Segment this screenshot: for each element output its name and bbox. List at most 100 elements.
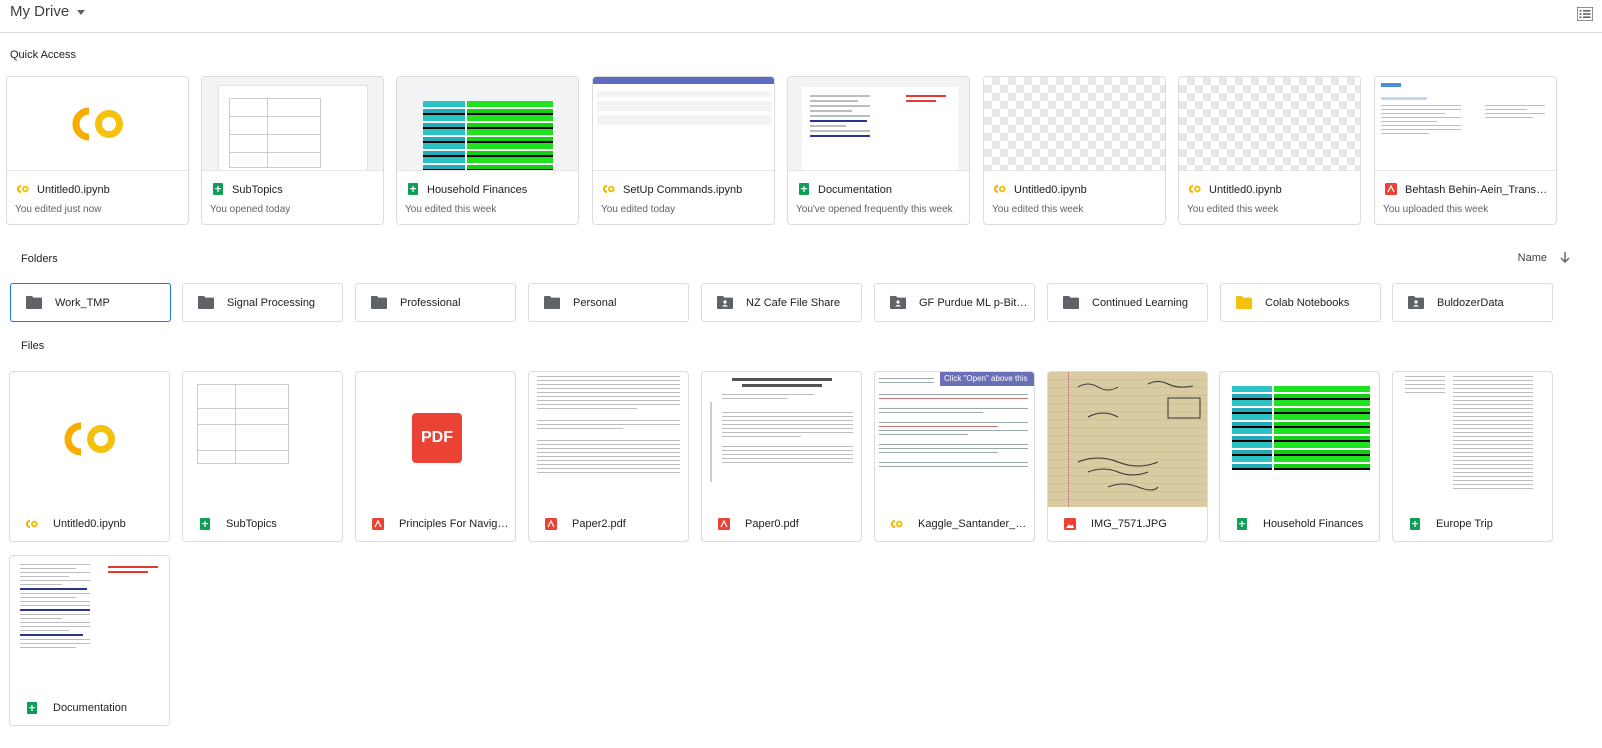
file-thumbnail: [1048, 372, 1207, 507]
chevron-down-icon: [77, 10, 86, 15]
file-name: Household Finances: [427, 184, 528, 196]
file-activity: You uploaded this week: [1383, 204, 1489, 215]
sheets-icon: [799, 183, 809, 195]
quick-access-card[interactable]: Untitled0.ipynb You edited this week: [983, 76, 1166, 225]
file-card[interactable]: Paper2.pdf: [528, 371, 689, 542]
file-thumbnail: [702, 372, 861, 507]
folder-name: Colab Notebooks: [1265, 297, 1350, 309]
colab-icon: [26, 520, 38, 528]
folder-chip[interactable]: Colab Notebooks: [1220, 283, 1381, 322]
file-thumbnail: [10, 372, 169, 507]
file-thumbnail: [984, 77, 1165, 171]
file-name: Documentation: [53, 702, 127, 714]
file-thumbnail: Click "Open" above this: [875, 372, 1034, 507]
file-thumbnail: [593, 77, 774, 171]
file-card[interactable]: Untitled0.ipynb: [9, 371, 170, 542]
files-heading: Files: [21, 340, 45, 352]
list-view-icon[interactable]: [1577, 7, 1593, 21]
folder-name: BuldozerData: [1437, 297, 1504, 309]
folder-name: Personal: [573, 297, 617, 309]
file-name: Untitled0.ipynb: [37, 184, 110, 196]
pdf-icon: [718, 518, 730, 530]
folder-chip[interactable]: Professional: [355, 283, 516, 322]
folder-icon: [371, 296, 387, 309]
folder-icon: [198, 296, 214, 309]
top-bar: My Drive: [0, 0, 1602, 33]
file-name: IMG_7571.JPG: [1091, 518, 1167, 530]
quick-access-card[interactable]: Untitled0.ipynb You edited this week: [1178, 76, 1361, 225]
file-name: Principles For Navigat...: [399, 518, 511, 530]
file-thumbnail: [1179, 77, 1360, 171]
colab-icon: [891, 520, 903, 528]
colab-folder-icon: [1236, 296, 1252, 309]
folder-icon: [1063, 296, 1079, 309]
sheets-icon: [200, 518, 210, 530]
shared-folder-icon: [717, 296, 733, 309]
pdf-icon: [1385, 183, 1397, 195]
folder-chip[interactable]: BuldozerData: [1392, 283, 1553, 322]
file-name: SubTopics: [226, 518, 277, 530]
folder-chip[interactable]: GF Purdue ML p-Bits ...: [874, 283, 1035, 322]
quick-access-card[interactable]: SetUp Commands.ipynb You edited today: [592, 76, 775, 225]
file-card[interactable]: SubTopics: [182, 371, 343, 542]
handwritten-note-image: [1077, 381, 1201, 491]
file-activity: You've opened frequently this week: [796, 204, 953, 215]
folder-name: Work_TMP: [55, 297, 110, 309]
file-card[interactable]: IMG_7571.JPG: [1047, 371, 1208, 542]
pdf-badge-icon: PDF: [412, 413, 462, 463]
my-drive-dropdown[interactable]: My Drive: [10, 3, 86, 20]
file-name: Household Finances: [1263, 518, 1364, 530]
file-card[interactable]: Documentation: [9, 555, 170, 726]
file-name: Untitled0.ipynb: [1209, 184, 1282, 196]
folder-chip[interactable]: Signal Processing: [182, 283, 343, 322]
file-card[interactable]: Household Finances: [1219, 371, 1380, 542]
folder-chip[interactable]: NZ Cafe File Share: [701, 283, 862, 322]
folder-chip[interactable]: Personal: [528, 283, 689, 322]
file-thumbnail: [1220, 372, 1379, 507]
folder-name: Signal Processing: [227, 297, 316, 309]
file-thumbnail: [183, 372, 342, 507]
quick-access-card[interactable]: Untitled0.ipynb You edited just now: [6, 76, 189, 225]
pdf-icon: [545, 518, 557, 530]
folder-name: Professional: [400, 297, 461, 309]
sort-by-name-button[interactable]: Name: [1518, 252, 1570, 264]
quick-access-card[interactable]: Household Finances You edited this week: [396, 76, 579, 225]
file-thumbnail: [1393, 372, 1552, 507]
file-thumbnail: [10, 556, 169, 691]
file-name: Documentation: [818, 184, 892, 196]
colab-icon: [603, 185, 615, 193]
file-card[interactable]: PDF Principles For Navigat...: [355, 371, 516, 542]
folder-name: NZ Cafe File Share: [746, 297, 841, 309]
file-thumbnail: [397, 77, 578, 171]
file-activity: You edited this week: [1187, 204, 1279, 215]
file-activity: You edited this week: [405, 204, 497, 215]
arrow-down-icon: [1560, 252, 1570, 263]
folder-icon: [26, 296, 42, 309]
sheets-icon: [27, 702, 37, 714]
sheets-icon: [1410, 518, 1420, 530]
file-name: Behtash Behin-Aein_TransU...: [1405, 184, 1550, 196]
shared-folder-icon: [890, 296, 906, 309]
folder-name: GF Purdue ML p-Bits ...: [919, 297, 1029, 309]
file-card[interactable]: Paper0.pdf: [701, 371, 862, 542]
file-card[interactable]: Europe Trip: [1392, 371, 1553, 542]
file-thumbnail: [7, 77, 188, 171]
file-thumbnail: PDF: [356, 372, 515, 507]
colab-icon: [17, 185, 29, 193]
colab-icon: [994, 185, 1006, 193]
folder-chip[interactable]: Work_TMP: [10, 283, 171, 322]
pdf-icon: [372, 518, 384, 530]
quick-access-card[interactable]: SubTopics You opened today: [201, 76, 384, 225]
file-name: Europe Trip: [1436, 518, 1493, 530]
file-name: Untitled0.ipynb: [53, 518, 126, 530]
file-name: SubTopics: [232, 184, 283, 196]
file-name: SetUp Commands.ipynb: [623, 184, 743, 196]
quick-access-card[interactable]: Behtash Behin-Aein_TransU... You uploade…: [1374, 76, 1557, 225]
folder-chip[interactable]: Continued Learning: [1047, 283, 1208, 322]
colab-logo-icon: [72, 107, 123, 141]
file-thumbnail: [788, 77, 969, 171]
file-activity: You edited today: [601, 204, 676, 215]
quick-access-card[interactable]: Documentation You've opened frequently t…: [787, 76, 970, 225]
file-card[interactable]: Click "Open" above this Kaggle_Santander…: [874, 371, 1035, 542]
file-name: Paper2.pdf: [572, 518, 626, 530]
